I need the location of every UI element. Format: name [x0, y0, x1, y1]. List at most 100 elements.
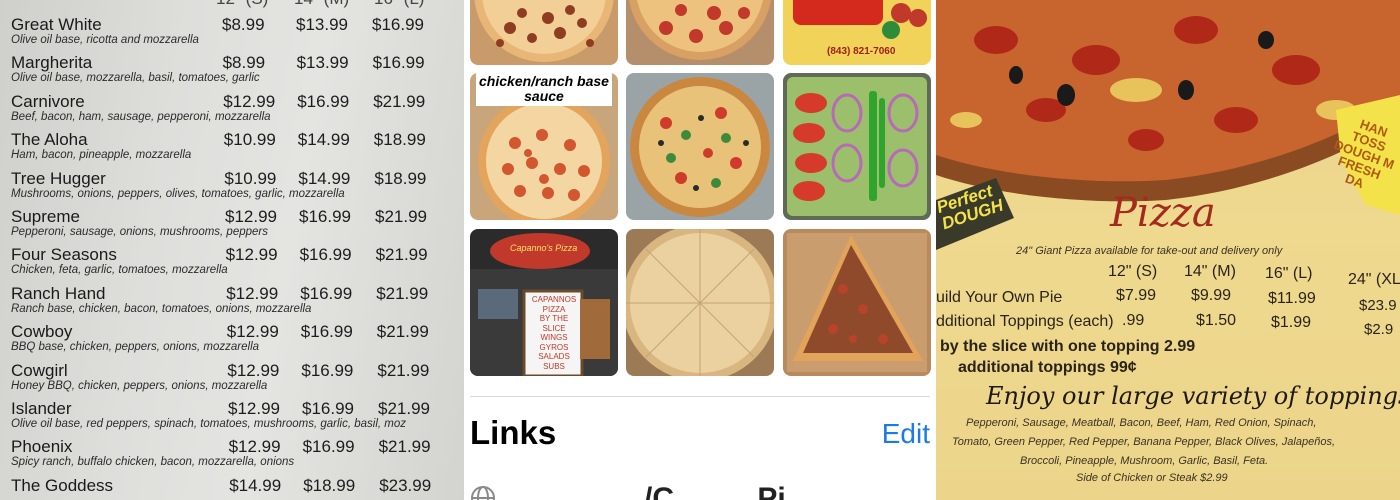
- menu-item-price: $16.99: [372, 53, 425, 73]
- menu-photo-left[interactable]: 12" (S) 14" (M) 16" (L) Great WhiteOlive…: [0, 0, 464, 500]
- menu-item-name: Tree Hugger: [11, 168, 106, 188]
- photo-thumb-cheese-pizza[interactable]: [626, 229, 774, 376]
- menu-item-price: $16.99: [302, 399, 354, 418]
- chalkboard-line: CAPANNOS: [531, 295, 577, 304]
- menu-item-price: $21.99: [373, 91, 426, 111]
- flyer-title: Pizza: [1110, 190, 1216, 236]
- meat-pizza-image: [470, 0, 618, 65]
- chalkboard-line: SUBS: [543, 361, 565, 371]
- menu-item-row: Ranch Hand Ranch base, chicken, bacon, to…: [0, 284, 464, 322]
- menu-item-name: The Goddess: [11, 475, 114, 495]
- edit-button[interactable]: Edit: [882, 418, 930, 450]
- menu-item-row: Tree Hugger Mushrooms, onions, peppers, o…: [0, 169, 464, 207]
- menu-item-row: Islander Olive oil base, red peppers, spi…: [0, 399, 464, 437]
- chalkboard-sign: CAPANNOS PIZZA BY THE SLICE WINGS GYROS SALADS…: [527, 295, 581, 371]
- chalkboard-line: WINGS: [540, 333, 568, 342]
- menu-item-row: Supreme Pepperoni, sausage, onions, mushr…: [0, 207, 464, 245]
- menu-item-price: $18.99: [303, 475, 356, 495]
- menu-item-price: $12.99: [223, 91, 276, 111]
- size-header-medium: 14" (M): [294, 0, 349, 9]
- addl-toppings-price-s: .99: [1122, 312, 1145, 329]
- photo-thumb-meat-pizza[interactable]: [470, 0, 618, 65]
- flyer-subtitle: 24" Giant Pizza available for take-out a…: [1016, 245, 1283, 257]
- photo-thumb-pizza-slice[interactable]: [783, 229, 931, 376]
- build-own-label: uild Your Own Pie: [936, 289, 1063, 306]
- chalkboard-line: GYROS: [539, 342, 569, 352]
- build-own-price-m: $9.99: [1191, 287, 1232, 304]
- menu-item-row: Carnivore Beef, bacon, ham, sausage, pepp…: [0, 92, 464, 130]
- menu-item-description: Chicken, feta, garlic, tomatoes, mozzare…: [11, 264, 228, 277]
- photo-thumb-salad[interactable]: [783, 73, 931, 220]
- size-header-small: 12" (S): [216, 0, 268, 9]
- addl-toppings-label: dditional Toppings (each): [936, 313, 1114, 330]
- chalkboard-line: BY THE: [539, 314, 569, 323]
- menu-item-price: $12.99: [226, 322, 279, 342]
- menu-item-price: $13.99: [296, 15, 348, 34]
- menu-item-row: Cowgirl Honey BBQ, chicken, peppers, onio…: [0, 361, 464, 399]
- salad-tray-image: [783, 73, 931, 220]
- menu-item-row: The Goddess $14.99 $18.99 $23.99: [0, 476, 464, 500]
- toppings-heading: Enjoy our large variety of toppings:: [986, 382, 1400, 410]
- photo-thumb-chicken-ranch[interactable]: chicken/ranch base sauce: [470, 73, 618, 220]
- menu-item-price: $18.99: [373, 130, 426, 150]
- toppings-line-2: Tomato, Green Pepper, Red Pepper, Banana…: [952, 436, 1336, 448]
- menu-item-price: $21.99: [378, 437, 431, 457]
- menu-item-price: $12.99: [227, 360, 280, 380]
- chalkboard-line: SLICE: [542, 323, 566, 333]
- slice-addl-toppings: additional toppings 99¢: [958, 359, 1137, 376]
- menu-item-price: $8.99: [222, 53, 266, 73]
- flyer-size-xl: 24" (XL: [1348, 271, 1400, 288]
- menu-item-description: Ranch base, chicken, bacon, tomatoes, on…: [11, 302, 312, 315]
- menu-item-name: The Aloha: [11, 130, 88, 150]
- menu-item-row: Four Seasons Chicken, feta, garlic, tomat…: [0, 245, 464, 283]
- menu-item-price: $14.99: [297, 130, 350, 150]
- menu-item-price: $12.99: [226, 283, 279, 303]
- toppings-line-4: Side of Chicken or Steak $2.99: [1076, 472, 1228, 484]
- photo-thumb-veggie-pizza[interactable]: [626, 73, 774, 220]
- chalkboard-line: PIZZA: [542, 304, 566, 314]
- chalkboard-line: SALADS: [538, 352, 570, 361]
- menu-item-price: $16.99: [372, 15, 424, 34]
- menu-item-description: Ham, bacon, pineapple, mozzarella: [11, 149, 192, 162]
- menu-item-price: $13.99: [296, 53, 349, 73]
- photo-thumb-pepperoni-pizza[interactable]: [626, 0, 774, 65]
- size-headers: 12" (S) 14" (M) 16" (L): [0, 0, 464, 9]
- menu-item-description: Olive oil base, mozzarella, basil, tomat…: [11, 72, 260, 85]
- flyer-photo-right[interactable]: Perfect DOUGH HAN TOSS DOUGH M FRESH DA …: [936, 0, 1400, 500]
- size-header-large: 16" (L): [374, 0, 424, 9]
- pizza-slice-image: [783, 229, 931, 376]
- menu-item-row: Great White Olive oil base, ricotta and m…: [0, 15, 464, 53]
- menu-item-price: $21.99: [375, 207, 427, 226]
- menu-item-price: $14.99: [298, 168, 351, 188]
- flyer-size-large: 16" (L): [1265, 265, 1313, 282]
- addl-toppings-price-l: $1.99: [1271, 314, 1312, 331]
- build-own-price-xl: $23.9: [1359, 297, 1397, 314]
- phone-screen: (843) 821-7060 chicken/ranch base sauce: [464, 0, 936, 500]
- photo-thumb-logo[interactable]: (843) 821-7060: [783, 0, 931, 65]
- section-divider: [470, 396, 930, 397]
- menu-item-description: Olive oil base, red peppers, spinach, to…: [11, 418, 407, 430]
- storefront-sign-text: Capanno's Pizza: [510, 243, 578, 253]
- menu-item-price: $16.99: [302, 437, 355, 457]
- photo-thumb-storefront[interactable]: Capanno's Pizza CAPANNOS PIZZA BY THE SLICE…: [470, 229, 618, 376]
- link-url-text[interactable]: ....../C..........Pi: [594, 482, 786, 500]
- menu-item-row: The Aloha Ham, bacon, pineapple, mozzarel…: [0, 130, 464, 168]
- addl-toppings-price-m: $1.50: [1196, 312, 1237, 329]
- toppings-line-1: Pepperoni, Sausage, Meatball, Bacon, Bee…: [966, 417, 1317, 429]
- menu-item-price: $16.99: [300, 283, 353, 303]
- menu-item-price: $21.99: [377, 360, 430, 380]
- globe-icon: [471, 486, 495, 500]
- menu-item-price: $21.99: [375, 245, 428, 265]
- addl-toppings-price-xl: $2.9: [1364, 321, 1394, 338]
- menu-item-name: Four Seasons: [11, 245, 117, 265]
- menu-item-price: $12.99: [228, 399, 280, 418]
- menu-item-row: Margherita Olive oil base, mozzarella, ba…: [0, 53, 464, 91]
- slice-line: by the slice with one topping 2.99: [940, 338, 1196, 355]
- menu-item-price: $10.99: [223, 130, 276, 150]
- menu-item-price: $16.99: [299, 207, 351, 226]
- menu-item-price: $10.99: [224, 168, 277, 188]
- menu-item-description: Spicy ranch, buffalo chicken, bacon, moz…: [11, 456, 295, 469]
- menu-item-price: $16.99: [300, 322, 353, 342]
- chicken-ranch-label: chicken/ranch base sauce: [476, 73, 612, 106]
- phone-number-text: (843) 821-7060: [827, 46, 896, 57]
